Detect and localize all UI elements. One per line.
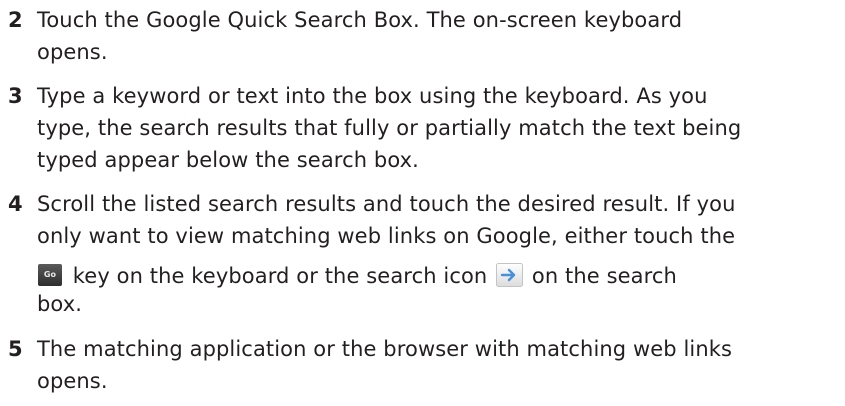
search-arrow-icon bbox=[496, 263, 524, 287]
go-key-icon: Go bbox=[38, 264, 62, 286]
step-line: only want to view matching web links on … bbox=[37, 224, 736, 248]
step-text: The matching application or the browser … bbox=[37, 333, 837, 397]
step-text: Touch the Google Quick Search Box. The o… bbox=[37, 4, 837, 68]
step-line: box. bbox=[37, 292, 83, 316]
step-text: Scroll the listed search results and tou… bbox=[37, 188, 837, 320]
step-inline-text: on the search bbox=[531, 264, 677, 288]
step-line: Touch the Google Quick Search Box. The o… bbox=[37, 8, 683, 32]
step-line: typed appear below the search box. bbox=[37, 148, 419, 172]
step-inline-text: key on the keyboard or the search icon bbox=[72, 264, 488, 288]
step-line: The matching application or the browser … bbox=[37, 337, 733, 361]
step-number: 5 bbox=[8, 337, 23, 361]
step-number: 2 bbox=[8, 8, 23, 32]
step-line: opens. bbox=[37, 369, 108, 393]
step-number: 4 bbox=[8, 192, 23, 216]
step-number: 3 bbox=[8, 84, 23, 108]
step-line: Scroll the listed search results and tou… bbox=[37, 192, 736, 216]
step-line: opens. bbox=[37, 40, 108, 64]
step-line: Type a keyword or text into the box usin… bbox=[37, 84, 708, 108]
step-text: Type a keyword or text into the box usin… bbox=[37, 80, 837, 176]
step-line: type, the search results that fully or p… bbox=[37, 116, 742, 140]
